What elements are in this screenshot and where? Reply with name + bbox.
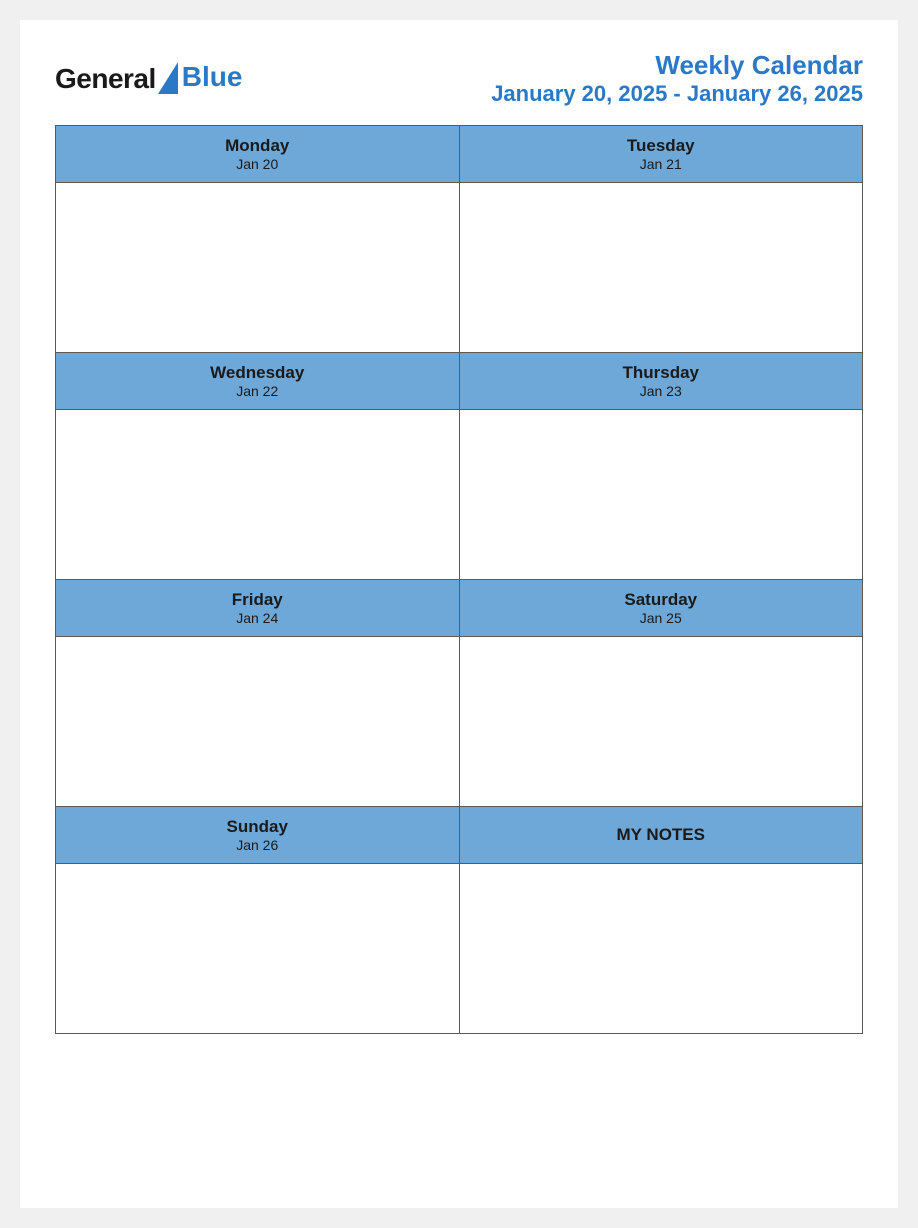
calendar-title: Weekly Calendar bbox=[491, 50, 863, 81]
wednesday-cell bbox=[56, 410, 460, 580]
notes-title: MY NOTES bbox=[465, 825, 858, 845]
header-row-4: Sunday Jan 26 MY NOTES bbox=[56, 807, 863, 864]
wednesday-date: Jan 22 bbox=[61, 383, 454, 399]
logo-blue-text: Blue bbox=[182, 61, 243, 93]
sunday-date: Jan 26 bbox=[61, 837, 454, 853]
header: General Blue Weekly Calendar January 20,… bbox=[55, 50, 863, 107]
monday-name: Monday bbox=[61, 136, 454, 156]
content-row-3 bbox=[56, 637, 863, 807]
monday-header: Monday Jan 20 bbox=[56, 126, 460, 183]
friday-cell bbox=[56, 637, 460, 807]
content-row-2 bbox=[56, 410, 863, 580]
header-right: Weekly Calendar January 20, 2025 - Janua… bbox=[491, 50, 863, 107]
tuesday-date: Jan 21 bbox=[465, 156, 858, 172]
sunday-cell bbox=[56, 864, 460, 1034]
header-row-1: Monday Jan 20 Tuesday Jan 21 bbox=[56, 126, 863, 183]
tuesday-header: Tuesday Jan 21 bbox=[459, 126, 863, 183]
thursday-date: Jan 23 bbox=[465, 383, 858, 399]
monday-date: Jan 20 bbox=[61, 156, 454, 172]
content-row-1 bbox=[56, 183, 863, 353]
header-row-3: Friday Jan 24 Saturday Jan 25 bbox=[56, 580, 863, 637]
tuesday-cell bbox=[459, 183, 863, 353]
monday-cell bbox=[56, 183, 460, 353]
content-row-4 bbox=[56, 864, 863, 1034]
notes-cell bbox=[459, 864, 863, 1034]
tuesday-name: Tuesday bbox=[465, 136, 858, 156]
wednesday-name: Wednesday bbox=[61, 363, 454, 383]
notes-header: MY NOTES bbox=[459, 807, 863, 864]
saturday-header: Saturday Jan 25 bbox=[459, 580, 863, 637]
saturday-cell bbox=[459, 637, 863, 807]
thursday-header: Thursday Jan 23 bbox=[459, 353, 863, 410]
logo-triangle-icon bbox=[158, 62, 178, 94]
thursday-name: Thursday bbox=[465, 363, 858, 383]
logo: General Blue bbox=[55, 63, 242, 95]
saturday-date: Jan 25 bbox=[465, 610, 858, 626]
calendar-subtitle: January 20, 2025 - January 26, 2025 bbox=[491, 81, 863, 107]
friday-date: Jan 24 bbox=[61, 610, 454, 626]
calendar-table: Monday Jan 20 Tuesday Jan 21 Wednesday J… bbox=[55, 125, 863, 1034]
sunday-header: Sunday Jan 26 bbox=[56, 807, 460, 864]
header-row-2: Wednesday Jan 22 Thursday Jan 23 bbox=[56, 353, 863, 410]
friday-name: Friday bbox=[61, 590, 454, 610]
logo-general-text: General bbox=[55, 63, 156, 95]
sunday-name: Sunday bbox=[61, 817, 454, 837]
wednesday-header: Wednesday Jan 22 bbox=[56, 353, 460, 410]
saturday-name: Saturday bbox=[465, 590, 858, 610]
thursday-cell bbox=[459, 410, 863, 580]
friday-header: Friday Jan 24 bbox=[56, 580, 460, 637]
page: General Blue Weekly Calendar January 20,… bbox=[20, 20, 898, 1208]
